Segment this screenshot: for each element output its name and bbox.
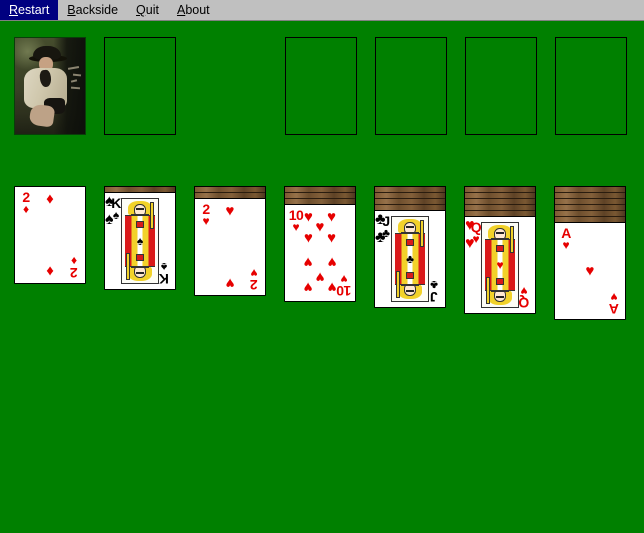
court-center-suit: ♠	[136, 234, 144, 248]
court-mid	[136, 254, 144, 262]
card-pip: ♥	[327, 253, 336, 271]
card-pip: ♥	[225, 202, 235, 220]
court-sceptre	[510, 225, 515, 254]
court-eyes	[495, 295, 505, 298]
card-corner-br: A ♥	[606, 290, 622, 317]
card-k-spades[interactable]: K ♠ K ♠ ♠ ♠ ♠	[104, 192, 176, 290]
menu-item-restart[interactable]: Restart	[0, 0, 59, 20]
court-eyes	[135, 208, 145, 211]
court-sceptre	[125, 252, 130, 281]
photo-ph-leg	[29, 103, 56, 128]
face-down-stack-col6[interactable]	[464, 186, 536, 217]
menu-mnemonic: B	[67, 3, 76, 17]
court-eyes	[495, 232, 505, 235]
card-pip-layout: ♥ ♥	[212, 202, 248, 292]
card-pip: ♥	[327, 229, 336, 247]
menu-bar: Restart Backside Quit About	[0, 0, 644, 21]
card-2-diamonds[interactable]: 2 ♦ 2 ♦ ♦ ♦	[14, 186, 86, 284]
face-down-stack-col7[interactable]	[554, 186, 626, 223]
card-suit-glyph: ♥	[250, 266, 258, 280]
court-eyes	[405, 226, 415, 229]
menu-item-quit[interactable]: Quit	[127, 0, 168, 20]
card-corner-br: 2 ♥	[246, 266, 262, 293]
court-artwork: ♠	[121, 198, 159, 284]
court-sceptre	[150, 201, 155, 230]
court-center-suit: ♣	[406, 252, 414, 266]
card-pip-layout: ♥ ♥ ♥ ♥ ♥ ♥ ♥ ♥ ♥ ♥	[302, 208, 338, 296]
court-artwork: ♣	[391, 216, 429, 302]
card-suit-glyph: ♦	[70, 254, 78, 268]
card-pip: ♦	[46, 262, 54, 280]
photo-ph-m1	[68, 65, 79, 70]
card-q-hearts[interactable]: Q ♥ Q ♥ ♥ ♥ ♥	[464, 216, 536, 314]
card-pip: ♥	[225, 274, 235, 292]
foundation-1[interactable]	[285, 37, 357, 135]
court-sceptre	[485, 276, 490, 305]
card-corner-br: 2 ♦	[66, 254, 82, 281]
game-table[interactable]: 2 ♦ 2 ♦ ♦ ♦ K ♠ K ♠ ♠ ♠ ♠ 2 ♥ 2 ♥ ♥ ♥ 10 ♥ 10 ♥ ♥ ♥ ♥ ♥ ♥ ♥ ♥ ♥ ♥ ♥ J ♣ J ♣ ♣…	[0, 21, 644, 533]
card-pip: ♥	[585, 262, 595, 280]
card-a-hearts[interactable]: A ♥ A ♥ ♥	[554, 222, 626, 320]
face-down-stack-col4[interactable]	[284, 186, 356, 205]
photo-ph-m3	[70, 79, 77, 83]
card-pip: ♥	[304, 229, 313, 247]
photo-ph-m2	[73, 73, 81, 76]
menu-item-about[interactable]: About	[168, 0, 219, 20]
court-eyes	[405, 289, 415, 292]
card-pip: ♥	[304, 253, 313, 271]
menu-mnemonic: Q	[136, 3, 146, 17]
menu-item-backside[interactable]: Backside	[58, 0, 127, 20]
card-pip-layout: ♥	[572, 228, 608, 314]
court-mid	[136, 220, 144, 228]
card-corner-br: 10 ♥	[336, 272, 352, 299]
court-mid	[406, 272, 414, 280]
card-rank: 2	[250, 277, 258, 293]
card-pip: ♥	[327, 208, 336, 226]
foundation-4[interactable]	[555, 37, 627, 135]
menu-mnemonic: A	[176, 3, 186, 17]
court-eyes	[135, 271, 145, 274]
stock-pile[interactable]	[14, 37, 86, 135]
court-center-suit: ♥	[496, 258, 504, 272]
card-pip: ♥	[315, 268, 325, 286]
foundation-2[interactable]	[375, 37, 447, 135]
card-j-clubs[interactable]: J ♣ J ♣ ♣ ♣ ♣	[374, 210, 446, 308]
card-10-hearts[interactable]: 10 ♥ 10 ♥ ♥ ♥ ♥ ♥ ♥ ♥ ♥ ♥ ♥ ♥	[284, 204, 356, 302]
foundation-3[interactable]	[465, 37, 537, 135]
card-rank: 10	[336, 283, 352, 299]
photo-ph-m4	[70, 86, 81, 90]
court-mid	[496, 278, 504, 286]
card-back-photo	[15, 38, 85, 134]
court-sceptre	[395, 270, 400, 299]
court-mid	[406, 238, 414, 246]
court-artwork: ♥	[481, 222, 519, 308]
court-mid	[496, 244, 504, 252]
face-down-stack-col5[interactable]	[374, 186, 446, 211]
card-rank: A	[609, 301, 619, 317]
waste-pile[interactable]	[104, 37, 176, 135]
card-pip: ♥	[304, 278, 313, 296]
card-rank: 2	[70, 265, 78, 281]
court-sceptre	[420, 219, 425, 248]
card-pip: ♥	[304, 208, 313, 226]
card-2-hearts[interactable]: 2 ♥ 2 ♥ ♥ ♥	[194, 198, 266, 296]
card-pip: ♥	[315, 218, 325, 236]
card-pip: ♦	[46, 190, 54, 208]
menu-mnemonic: R	[9, 3, 19, 17]
card-pip-layout: ♦ ♦	[32, 190, 68, 280]
card-pip: ♥	[327, 278, 336, 296]
